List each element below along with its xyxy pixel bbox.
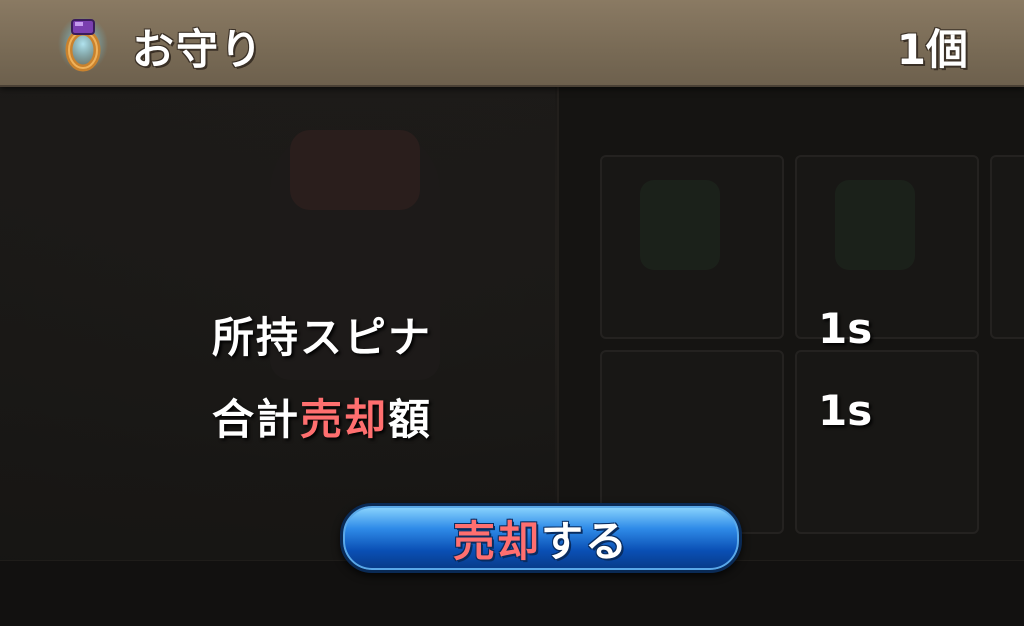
background-character-hat <box>290 130 420 210</box>
background-item-icon <box>835 180 915 270</box>
sell-button[interactable]: 売却する <box>340 503 742 573</box>
owned-spina-value: 1s <box>818 304 873 353</box>
background-item-icon <box>640 180 720 270</box>
sell-button-label-suffix: する <box>541 516 630 566</box>
owned-spina-label: 所持スピナ <box>212 313 433 362</box>
total-sell-label: 合計売却額 <box>212 386 432 447</box>
sell-button-label: 売却する <box>453 508 629 569</box>
total-sell-label-suffix: 額 <box>388 395 433 444</box>
total-sell-value: 1s <box>818 386 873 435</box>
background-grid-cell <box>990 155 1024 339</box>
background-grid-cell <box>795 350 979 534</box>
total-sell-label-prefix: 合計 <box>212 395 301 444</box>
item-header-bar: お守り 1個 <box>0 0 1024 87</box>
item-quantity: 1個 <box>896 25 968 74</box>
item-name: お守り <box>132 25 265 74</box>
total-sell-label-highlight: 売却 <box>300 395 389 444</box>
ring-amulet-icon <box>58 14 108 72</box>
sell-button-label-highlight: 売却 <box>452 516 541 566</box>
